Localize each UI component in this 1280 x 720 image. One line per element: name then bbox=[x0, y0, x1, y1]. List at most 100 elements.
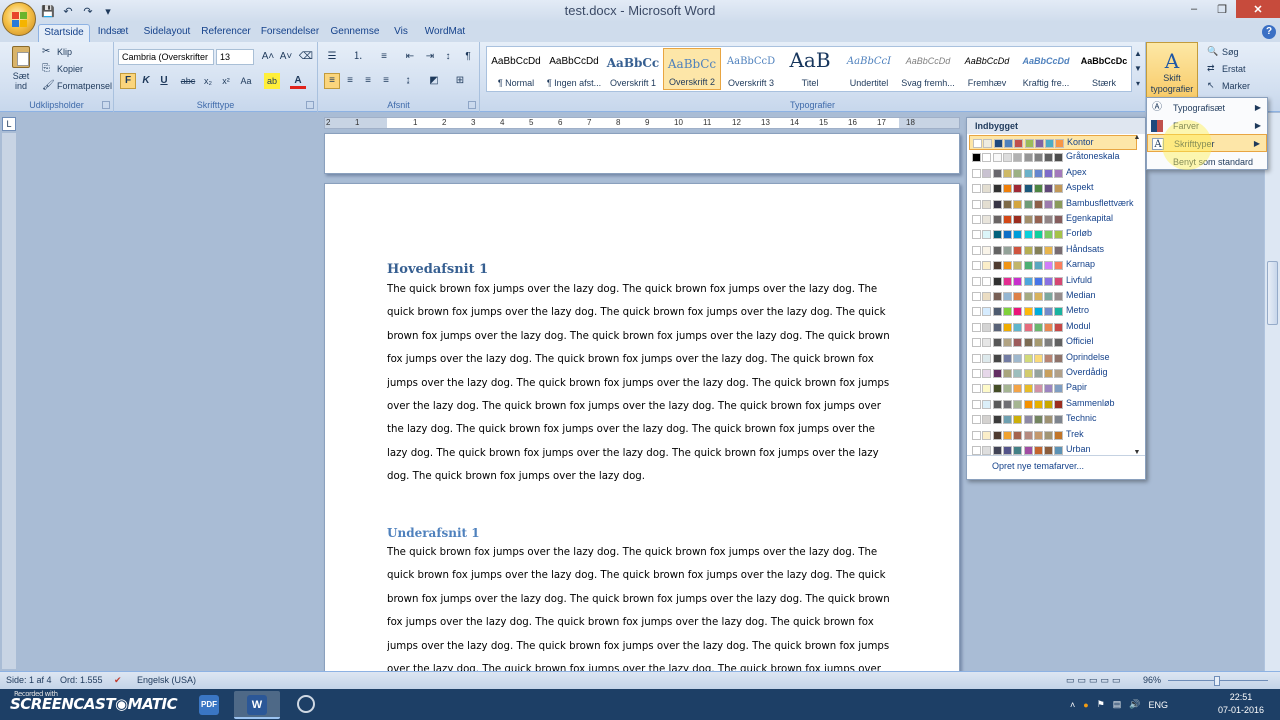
sort-button[interactable]: ↕ bbox=[440, 49, 456, 65]
increase-indent-button[interactable]: ⇥ bbox=[422, 49, 438, 65]
help-icon[interactable]: ? bbox=[1262, 25, 1276, 39]
language-indicator[interactable]: Engelsk (USA) bbox=[137, 675, 196, 685]
theme-colors-livfuld[interactable]: Livfuld bbox=[969, 274, 1137, 289]
style-heading-1[interactable]: AaBbCc Overskrift 1 bbox=[604, 48, 662, 90]
align-center-button[interactable]: ≡ bbox=[342, 73, 358, 89]
menu-item-style-set[interactable]: Ⓐ Typografisæt ▶ bbox=[1147, 99, 1267, 117]
style-heading-3[interactable]: AaBbCcD Overskrift 3 bbox=[722, 48, 780, 90]
minimize-button[interactable]: – bbox=[1180, 0, 1208, 18]
replace-button[interactable]: ⇄ Erstat bbox=[1207, 61, 1246, 77]
format-painter-button[interactable]: 🖌 Formatpensel bbox=[42, 78, 112, 94]
maximize-button[interactable]: ❐ bbox=[1208, 0, 1236, 18]
paragraph-1[interactable]: The quick brown fox jumps over the lazy … bbox=[387, 278, 897, 512]
theme-colors-egenkapital[interactable]: Egenkapital bbox=[969, 212, 1137, 227]
strikethrough-button[interactable]: abc bbox=[180, 73, 196, 89]
grow-font-button[interactable]: A˄ bbox=[260, 49, 276, 65]
theme-colors-oprindelse[interactable]: Oprindelse bbox=[969, 351, 1137, 366]
create-theme-colors[interactable]: Opret nye temafarver... bbox=[967, 455, 1145, 479]
taskbar-pdf-app[interactable]: PDF bbox=[186, 691, 232, 719]
taskbar-word-app[interactable]: W bbox=[234, 691, 280, 719]
tab-gennemse[interactable]: Gennemse bbox=[326, 24, 384, 42]
borders-button[interactable]: ⊞ bbox=[452, 73, 468, 89]
page-2[interactable]: Hovedafsnit 1 The quick brown fox jumps … bbox=[324, 183, 960, 683]
cut-button[interactable]: ✂ Klip bbox=[42, 44, 72, 60]
theme-colors-gråtoneskala[interactable]: Gråtoneskala bbox=[969, 150, 1137, 165]
tab-wordmat[interactable]: WordMat bbox=[418, 24, 472, 42]
find-button[interactable]: 🔍 Søg bbox=[1207, 44, 1239, 60]
bullets-button[interactable]: ☰ bbox=[324, 49, 340, 65]
font-name-combo[interactable]: Cambria (Overskrifter bbox=[118, 49, 214, 65]
highlight-button[interactable]: ab bbox=[264, 73, 280, 89]
style-subtitle[interactable]: AaBbCcI Undertitel bbox=[840, 48, 898, 90]
theme-colors-overdådig[interactable]: Overdådig bbox=[969, 366, 1137, 381]
theme-colors-sammenløb[interactable]: Sammenløb bbox=[969, 397, 1137, 412]
theme-colors-trek[interactable]: Trek bbox=[969, 428, 1137, 443]
zoom-level[interactable]: 96% bbox=[1143, 675, 1161, 685]
numbering-button[interactable]: ⒈ bbox=[350, 49, 366, 65]
style-heading-2[interactable]: AaBbCc Overskrift 2 bbox=[663, 48, 721, 90]
paste-button[interactable]: Sæt ind bbox=[6, 46, 36, 96]
tab-startside[interactable]: Startside bbox=[38, 24, 90, 42]
close-button[interactable]: ✕ bbox=[1236, 0, 1280, 18]
theme-colors-karnap[interactable]: Karnap bbox=[969, 258, 1137, 273]
vertical-scrollbar[interactable] bbox=[1264, 113, 1280, 671]
scrollbar-thumb[interactable] bbox=[1267, 261, 1278, 325]
language-label[interactable]: ENG bbox=[1149, 700, 1169, 710]
font-color-button[interactable]: A bbox=[290, 73, 306, 89]
style-normal[interactable]: AaBbCcDd ¶ Normal bbox=[487, 48, 545, 90]
proofing-icon[interactable]: ✔ bbox=[114, 675, 122, 686]
taskbar-other-app[interactable] bbox=[284, 691, 330, 719]
copy-button[interactable]: ⎘ Kopier bbox=[42, 61, 83, 77]
align-right-button[interactable]: ≡ bbox=[360, 73, 376, 89]
tab-sidelayout[interactable]: Sidelayout bbox=[138, 24, 196, 42]
tab-indsaet[interactable]: Indsæt bbox=[92, 24, 134, 42]
select-button[interactable]: ↖ Marker bbox=[1207, 78, 1250, 94]
gallery-down-icon[interactable]: ▼ bbox=[1132, 61, 1144, 76]
font-size-combo[interactable]: 13 bbox=[216, 49, 254, 65]
heading-2[interactable]: Underafsnit 1 bbox=[387, 526, 480, 540]
clock[interactable]: 22:51 07-01-2016 bbox=[1212, 691, 1270, 717]
shading-button[interactable]: ◩ bbox=[426, 73, 442, 89]
theme-colors-metro[interactable]: Metro bbox=[969, 304, 1137, 319]
shrink-font-button[interactable]: A˅ bbox=[278, 49, 294, 65]
theme-colors-håndsats[interactable]: Håndsats bbox=[969, 243, 1137, 258]
theme-colors-median[interactable]: Median bbox=[969, 289, 1137, 304]
page-1[interactable] bbox=[324, 133, 960, 174]
volume-icon[interactable]: 🔊 bbox=[1129, 699, 1140, 710]
clipboard-launcher-icon[interactable] bbox=[102, 101, 110, 109]
underline-button[interactable]: U bbox=[156, 73, 172, 89]
style-intense-emphasis[interactable]: AaBbCcDd Kraftig fre... bbox=[1017, 48, 1075, 90]
subscript-button[interactable]: x₂ bbox=[200, 73, 216, 89]
zoom-slider-thumb[interactable] bbox=[1214, 676, 1220, 686]
theme-colors-papir[interactable]: Papir bbox=[969, 381, 1137, 396]
theme-colors-apex[interactable]: Apex bbox=[969, 166, 1137, 181]
menu-item-set-as-default[interactable]: Benyt som standard bbox=[1147, 153, 1267, 171]
heading-1[interactable]: Hovedafsnit 1 bbox=[387, 262, 488, 277]
tab-vis[interactable]: Vis bbox=[388, 24, 414, 42]
theme-colors-modul[interactable]: Modul bbox=[969, 320, 1137, 335]
flag-icon[interactable]: ⚑ bbox=[1097, 699, 1105, 710]
view-buttons[interactable]: ▭▭▭▭▭ bbox=[1066, 675, 1124, 686]
change-case-button[interactable]: Aa bbox=[238, 73, 254, 89]
line-spacing-button[interactable]: ↨ bbox=[400, 73, 416, 89]
theme-colors-kontor[interactable]: Kontor bbox=[969, 135, 1137, 150]
style-no-spacing[interactable]: AaBbCcDd ¶ Ingen afst... bbox=[545, 48, 603, 90]
style-subtle-emphasis[interactable]: AaBbCcDd Svag fremh... bbox=[899, 48, 957, 90]
tray-expand-icon[interactable]: ˄ bbox=[1070, 700, 1075, 710]
tab-selector[interactable]: L bbox=[2, 117, 16, 131]
bold-button[interactable]: F bbox=[120, 73, 136, 89]
theme-colors-bambusflettværk[interactable]: Bambusflettværk bbox=[969, 197, 1137, 212]
gallery-more-icon[interactable]: ▾ bbox=[1132, 76, 1144, 91]
office-button[interactable] bbox=[2, 2, 36, 36]
scroll-up-icon[interactable]: ▲ bbox=[1130, 134, 1144, 141]
menu-item-colors[interactable]: Farver ▶ bbox=[1147, 117, 1267, 135]
decrease-indent-button[interactable]: ⇤ bbox=[402, 49, 418, 65]
justify-button[interactable]: ≡ bbox=[378, 73, 394, 89]
show-marks-button[interactable]: ¶ bbox=[460, 49, 476, 65]
theme-colors-forløb[interactable]: Forløb bbox=[969, 227, 1137, 242]
clear-formatting-button[interactable]: ⌫ bbox=[298, 49, 314, 65]
dropdown-scrollbar[interactable]: ▲ ▼ bbox=[1130, 134, 1144, 456]
gallery-up-icon[interactable]: ▲ bbox=[1132, 46, 1144, 61]
style-strong[interactable]: AaBbCcDc Stærk bbox=[1075, 48, 1133, 90]
font-launcher-icon[interactable] bbox=[306, 101, 314, 109]
